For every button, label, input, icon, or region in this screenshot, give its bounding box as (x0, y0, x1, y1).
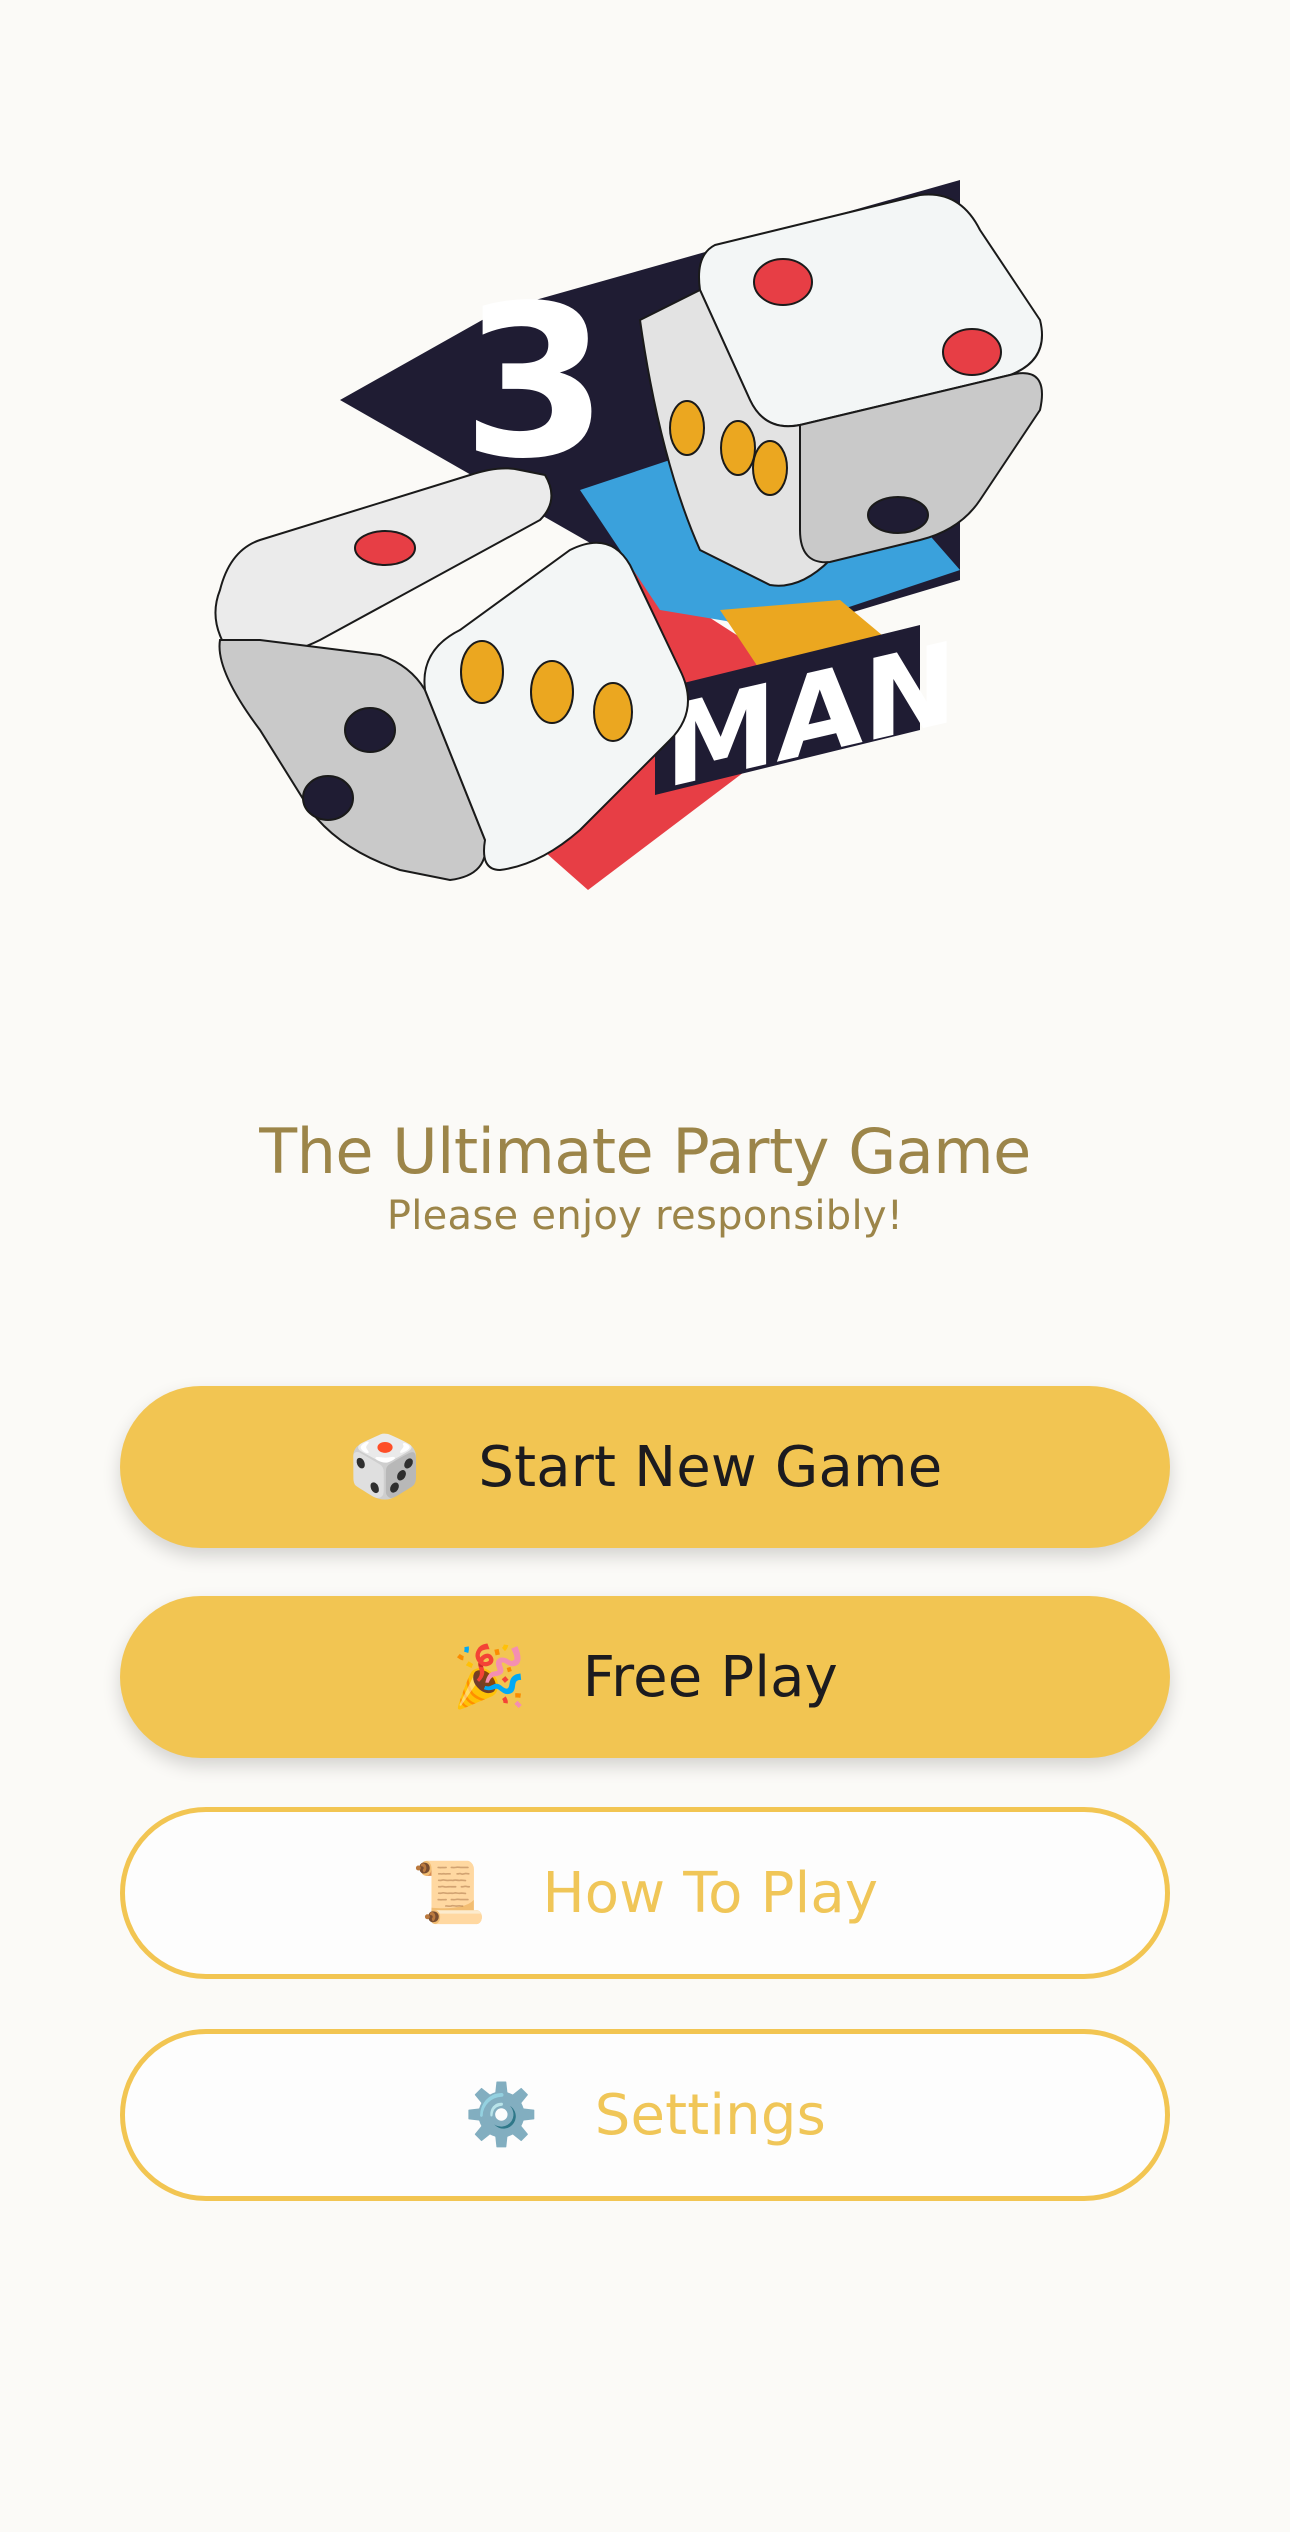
die-right-icon (638, 193, 1043, 587)
settings-button[interactable]: ⚙️ Settings (120, 2029, 1170, 2201)
free-play-button[interactable]: 🎉 Free Play (120, 1596, 1170, 1758)
logo-number-3: 3 (462, 260, 608, 505)
dice-icon: 🎲 (347, 1432, 423, 1502)
party-popper-icon: 🎉 (452, 1642, 527, 1712)
settings-label: Settings (594, 2082, 826, 2148)
start-new-game-label: Start New Game (478, 1434, 943, 1500)
scroll-icon: 📜 (411, 1858, 487, 1928)
how-to-play-button[interactable]: 📜 How To Play (120, 1807, 1170, 1979)
how-to-play-label: How To Play (542, 1860, 879, 1926)
tagline-title: The Ultimate Party Game (259, 1115, 1031, 1188)
gear-icon: ⚙️ (463, 2080, 539, 2150)
free-play-label: Free Play (582, 1644, 838, 1710)
start-new-game-button[interactable]: 🎲 Start New Game (120, 1386, 1170, 1548)
tagline-subtitle: Please enjoy responsibly! (386, 1193, 904, 1239)
app-logo: 3 MAN (200, 170, 1080, 910)
